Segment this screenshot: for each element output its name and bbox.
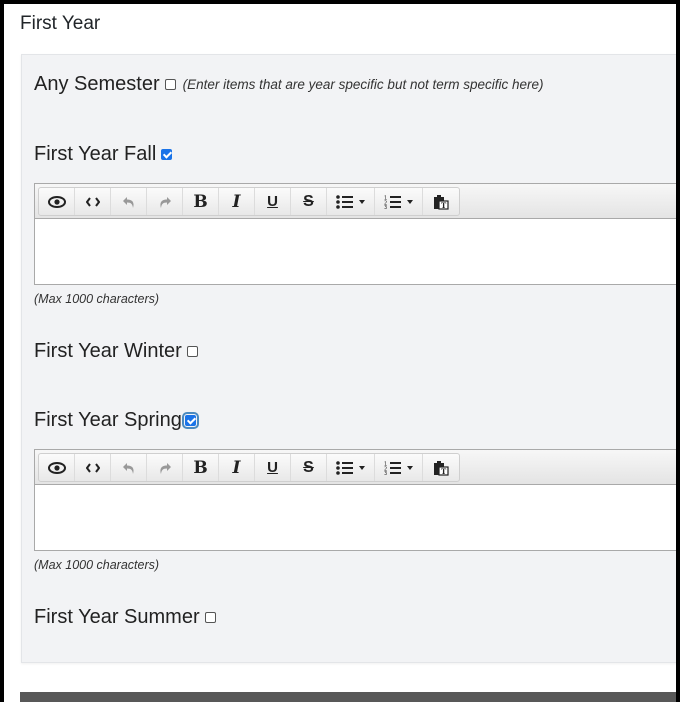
italic-icon: I [232,191,241,212]
redo-icon [159,196,171,208]
editor-toolbar: B I U S 123 T [35,184,676,219]
term-summer: First Year Summer [34,606,216,629]
underline-button[interactable]: U [255,188,291,215]
term-label: First Year Summer [34,606,200,628]
any-semester-checkbox[interactable] [164,79,176,90]
svg-text:3: 3 [384,471,387,475]
underline-icon: U [267,193,278,210]
term-label: First Year Fall [34,143,157,165]
strikethrough-icon: S [303,458,314,476]
term-fall: First Year Fall [34,143,173,166]
svg-text:3: 3 [384,205,387,209]
numbered-list-button[interactable]: 123 [375,454,423,481]
spring-editor-input[interactable] [35,485,676,550]
term-label: First Year Winter [34,340,182,362]
bold-icon: B [193,191,208,212]
undo-icon [122,196,134,208]
any-semester-hint: (Enter items that are year specific but … [182,77,544,92]
numbered-list-icon: 123 [384,461,413,475]
italic-button[interactable]: I [219,454,255,481]
term-winter: First Year Winter [34,340,198,363]
fall-max-note: (Max 1000 characters) [34,292,160,306]
term-label: Any Semester [34,73,160,95]
fall-editor-input[interactable] [35,219,676,284]
page: First Year Any Semester (Enter items tha… [4,4,676,702]
winter-checkbox[interactable] [186,346,198,357]
undo-button[interactable] [111,188,147,215]
section-title: First Year [20,13,101,34]
summer-checkbox[interactable] [204,612,216,623]
spring-editor: B I U S 123 T [34,449,676,551]
bullet-list-icon [335,194,365,209]
numbered-list-button[interactable]: 123 [375,188,423,215]
paste-text-icon: T [434,460,449,476]
term-spring: First Year Spring [34,409,199,432]
term-label: First Year Spring [34,409,182,431]
strikethrough-button[interactable]: S [291,188,327,215]
undo-icon [122,462,134,474]
preview-button[interactable] [39,188,75,215]
strikethrough-icon: S [303,192,314,210]
toolbar-button-group: B I U S 123 T [38,453,460,482]
svg-text:T: T [441,201,447,210]
bullet-list-button[interactable] [327,188,375,215]
redo-button[interactable] [147,188,183,215]
paste-button[interactable]: T [423,454,459,481]
italic-button[interactable]: I [219,188,255,215]
eye-icon [47,461,66,474]
bold-icon: B [193,457,208,478]
svg-text:T: T [441,467,447,476]
code-view-button[interactable] [75,188,111,215]
fall-checkbox[interactable] [161,149,173,160]
term-any-semester: Any Semester (Enter items that are year … [34,73,544,96]
spring-checkbox[interactable] [181,412,199,429]
bullet-list-button[interactable] [327,454,375,481]
bold-button[interactable]: B [183,454,219,481]
fall-editor: B I U S 123 T [34,183,676,285]
bottom-bar [20,692,676,702]
underline-icon: U [267,459,278,476]
strikethrough-button[interactable]: S [291,454,327,481]
eye-icon [47,195,66,208]
bold-button[interactable]: B [183,188,219,215]
code-icon [85,196,100,207]
italic-icon: I [232,457,241,478]
underline-button[interactable]: U [255,454,291,481]
code-icon [85,462,100,473]
editor-toolbar: B I U S 123 T [35,450,676,485]
bullet-list-icon [335,460,365,475]
redo-button[interactable] [147,454,183,481]
spring-max-note: (Max 1000 characters) [34,558,160,572]
numbered-list-icon: 123 [384,195,413,209]
undo-button[interactable] [111,454,147,481]
terms-panel: Any Semester (Enter items that are year … [21,54,676,663]
paste-text-icon: T [434,194,449,210]
redo-icon [159,462,171,474]
code-view-button[interactable] [75,454,111,481]
preview-button[interactable] [39,454,75,481]
toolbar-button-group: B I U S 123 T [38,187,460,216]
paste-button[interactable]: T [423,188,459,215]
